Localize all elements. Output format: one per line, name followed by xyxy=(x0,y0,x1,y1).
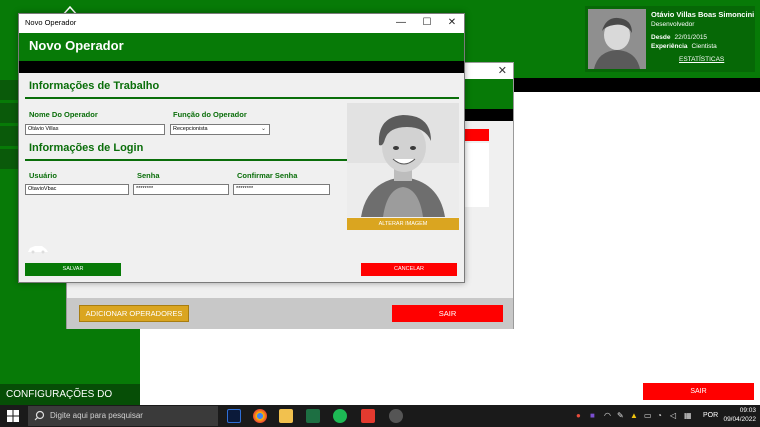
car-icon xyxy=(28,246,48,254)
new-operator-window: Novo Operador — ☐ ✕ Novo Operador Inform… xyxy=(18,13,465,283)
operator-photo xyxy=(347,103,459,217)
confirm-password-input[interactable]: ******** xyxy=(233,184,330,195)
window-title: Novo Operador xyxy=(25,18,77,27)
keyboard-icon[interactable]: ▦ xyxy=(684,411,692,420)
close-icon[interactable]: ✕ xyxy=(498,64,507,77)
running-app-icon[interactable] xyxy=(389,409,403,423)
username-label: Usuário xyxy=(29,171,57,180)
confirm-password-label: Confirmar Senha xyxy=(237,171,298,180)
chrome-icon[interactable] xyxy=(253,409,267,423)
person-photo-icon xyxy=(588,9,646,69)
file-explorer-icon[interactable] xyxy=(279,409,293,423)
spotify-icon[interactable] xyxy=(333,409,347,423)
system-settings-button[interactable]: CONFIGURAÇÕES DO SISTEMA xyxy=(0,384,140,421)
form-header: Novo Operador xyxy=(19,33,464,61)
app-icon[interactable] xyxy=(361,409,375,423)
cancel-button[interactable]: CANCELAR xyxy=(361,263,457,276)
password-input[interactable]: ******** xyxy=(133,184,229,195)
login-info-title: Informações de Login xyxy=(29,142,144,154)
operators-red-tab[interactable] xyxy=(465,129,489,141)
person-photo-icon xyxy=(347,103,459,217)
operators-list-panel xyxy=(465,143,489,207)
photoshop-icon[interactable] xyxy=(227,409,241,423)
since-value: 22/01/2015 xyxy=(674,34,708,41)
clock-time[interactable]: 09:03 xyxy=(726,407,756,414)
experience-label: Experiência xyxy=(651,43,688,50)
profile-avatar xyxy=(588,9,646,69)
excel-icon[interactable] xyxy=(306,409,320,423)
work-info-title: Informações de Trabalho xyxy=(29,80,160,92)
network-icon[interactable]: ◠ xyxy=(604,411,611,420)
change-image-button[interactable]: ALTERAR IMAGEM xyxy=(347,218,459,230)
maximize-icon[interactable]: ☐ xyxy=(414,15,440,31)
experience-value: Cientista xyxy=(691,43,717,50)
language-indicator[interactable]: POR xyxy=(703,412,718,419)
section-divider xyxy=(25,97,459,99)
operator-name-input[interactable]: Otávio Villas xyxy=(25,124,165,135)
windows-start-icon[interactable] xyxy=(6,409,20,423)
profile-role: Desenvolvedor xyxy=(651,21,695,28)
windows-taskbar: Digite aqui para pesquisar ● ■ ◠ ✎ ▲ ▭ ◔… xyxy=(0,405,760,427)
selected-function: Recepcionista xyxy=(173,126,208,132)
section-divider xyxy=(25,159,360,161)
operator-name-label: Nome Do Operador xyxy=(29,110,98,119)
password-label: Senha xyxy=(137,171,160,180)
wifi-icon[interactable]: ◔ xyxy=(657,411,662,420)
battery-icon[interactable]: ▭ xyxy=(644,411,652,420)
chevron-down-icon: ⌄ xyxy=(260,126,266,132)
onenote-icon[interactable]: ■ xyxy=(590,411,595,420)
profile-name: Otávio Villas Boas Simoncini xyxy=(651,10,755,19)
taskbar-search-box[interactable]: Digite aqui para pesquisar xyxy=(28,406,218,426)
username-input[interactable]: OtavioVbac xyxy=(25,184,129,195)
microphone-icon[interactable]: ● xyxy=(576,411,581,420)
operator-function-select[interactable]: Recepcionista ⌄ xyxy=(170,124,270,135)
since-label: Desde xyxy=(651,34,671,41)
notification-icon[interactable]: ▲ xyxy=(630,411,638,420)
save-button[interactable]: SALVAR xyxy=(25,263,121,276)
add-operators-button[interactable]: ADICIONAR OPERADORES xyxy=(79,305,189,322)
clock-date[interactable]: 09/04/2022 xyxy=(720,416,756,423)
app-exit-button[interactable]: SAIR xyxy=(643,383,754,400)
window-titlebar: Novo Operador — ☐ ✕ xyxy=(19,14,464,33)
statistics-link[interactable]: ESTATÍSTICAS xyxy=(679,56,724,63)
profile-since: Desde 22/01/2015 xyxy=(651,34,707,41)
operator-function-label: Função do Operador xyxy=(173,110,247,119)
close-icon[interactable]: ✕ xyxy=(439,15,465,31)
pen-icon[interactable]: ✎ xyxy=(617,411,624,420)
minimize-icon[interactable]: — xyxy=(388,15,414,31)
search-placeholder: Digite aqui para pesquisar xyxy=(50,411,143,420)
operators-exit-button[interactable]: SAIR xyxy=(392,305,503,322)
form-header-divider xyxy=(19,61,464,73)
user-profile-card: Otávio Villas Boas Simoncini Desenvolved… xyxy=(585,6,755,72)
volume-icon[interactable]: ◁ xyxy=(670,411,676,420)
profile-experience: Experiência Cientista xyxy=(651,43,717,50)
search-icon xyxy=(34,410,45,421)
form-heading: Novo Operador xyxy=(29,38,124,53)
